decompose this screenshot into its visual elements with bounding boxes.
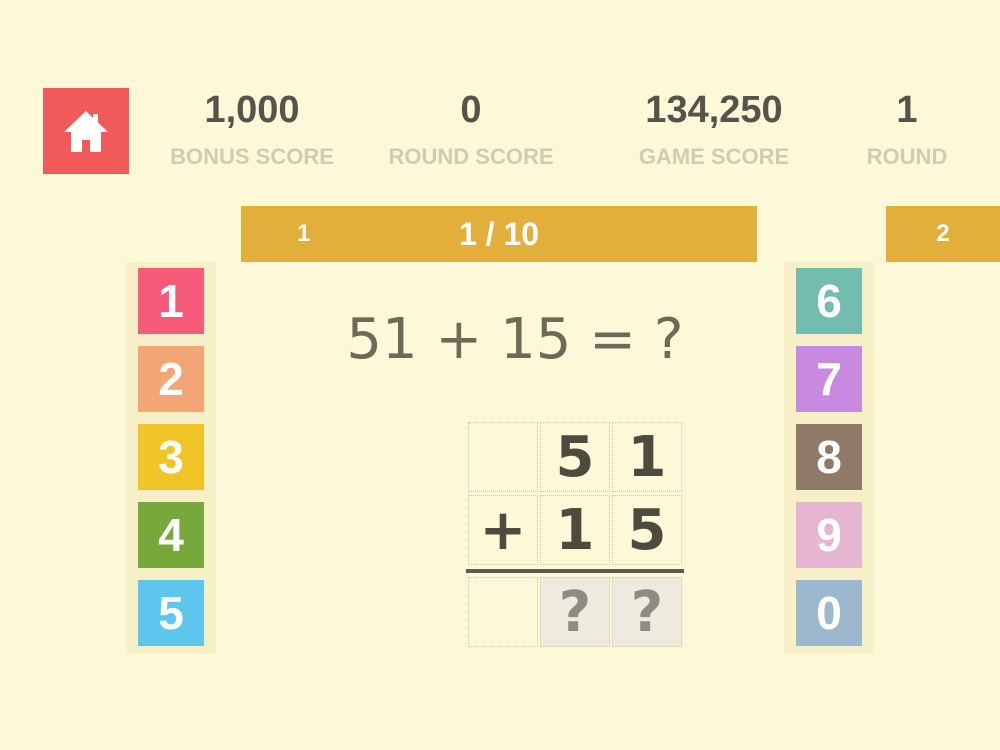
answer-cell-tens[interactable]: ? (540, 577, 610, 647)
bonus-score: 1,000 BONUS SCORE (170, 88, 334, 172)
next-question-marker: 2 (886, 206, 1000, 262)
bonus-score-label: BONUS SCORE (170, 144, 334, 169)
round-score-value: 0 (460, 89, 482, 131)
grid-cell-r2-c3: 5 (612, 495, 682, 565)
key-9[interactable]: 9 (796, 502, 862, 568)
key-4[interactable]: 4 (138, 502, 204, 568)
keypad-right: 6 7 8 9 0 (784, 262, 874, 654)
round-number-label: ROUND (866, 144, 948, 169)
game-score-value: 134,250 (645, 89, 783, 131)
round-score-label: ROUND SCORE (388, 144, 554, 169)
round-score: 0 ROUND SCORE (388, 88, 553, 172)
grid-cell-r1-c3: 1 (612, 422, 682, 492)
key-8[interactable]: 8 (796, 424, 862, 490)
key-1[interactable]: 1 (138, 268, 204, 334)
round-number: 1 ROUND (867, 88, 948, 172)
key-7[interactable]: 7 (796, 346, 862, 412)
grid-cell-r1-c2: 5 (540, 422, 610, 492)
game-score-label: GAME SCORE (638, 144, 790, 169)
key-3[interactable]: 3 (138, 424, 204, 490)
grid-operator-cell: + (468, 495, 538, 565)
round-number-value: 1 (896, 89, 918, 131)
home-button[interactable] (43, 88, 129, 174)
grid-cell-r2-c2: 1 (540, 495, 610, 565)
key-5[interactable]: 5 (138, 580, 204, 646)
bonus-score-value: 1,000 (204, 89, 300, 131)
key-2[interactable]: 2 (138, 346, 204, 412)
equation-text: 51 + 15 = ? (346, 307, 684, 372)
key-0[interactable]: 0 (796, 580, 862, 646)
grid-cell-r1-c1 (468, 422, 538, 492)
answer-cell-hundreds[interactable] (468, 577, 538, 647)
game-score: 134,250 GAME SCORE (639, 88, 789, 172)
sum-line (466, 569, 684, 573)
question-counter: 1 / 10 (458, 216, 540, 252)
key-6[interactable]: 6 (796, 268, 862, 334)
home-icon (64, 111, 108, 152)
answer-cell-ones[interactable]: ? (612, 577, 682, 647)
question-progress-bar: 1 1 / 10 (241, 206, 757, 262)
keypad-left: 1 2 3 4 5 (126, 262, 216, 654)
